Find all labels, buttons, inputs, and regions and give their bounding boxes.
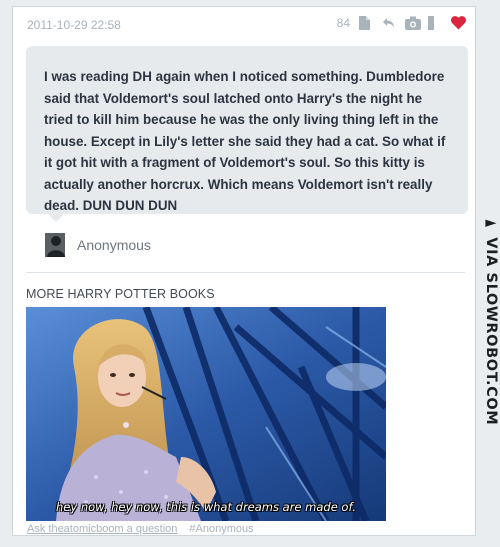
post-actions: 84 (337, 16, 466, 30)
bubble-tail (47, 213, 65, 222)
asker-name[interactable]: Anonymous (77, 237, 151, 253)
anonymous-avatar-icon (45, 233, 65, 257)
gif-caption: hey now, hey now, this is what dreams ar… (56, 500, 356, 514)
ask-link[interactable]: Ask theatomicboom a question (27, 523, 177, 535)
reblog-icon[interactable] (428, 16, 442, 30)
notes-icon[interactable] (359, 16, 373, 30)
post-footer: Ask theatomicboom a question #Anonymous (27, 523, 254, 535)
post-timestamp[interactable]: 2011-10-29 22:58 (27, 18, 121, 32)
question-bubble: I was reading DH again when I noticed so… (26, 46, 468, 214)
reply-icon[interactable] (382, 16, 396, 30)
question-text: I was reading DH again when I noticed so… (44, 69, 446, 213)
slowrobot-watermark: ► VIA SLOWROBOT.COM (483, 215, 499, 426)
answer-gif: hey now, hey now, this is what dreams ar… (26, 307, 386, 521)
concert-scene (26, 307, 386, 521)
note-count[interactable]: 84 (337, 16, 350, 30)
post-header: 2011-10-29 22:58 84 (27, 16, 466, 36)
heart-icon[interactable] (451, 16, 466, 30)
post-card: 2011-10-29 22:58 84 I was reading DH aga… (12, 6, 476, 536)
camera-icon[interactable] (405, 16, 421, 30)
answer-title: MORE HARRY POTTER BOOKS (26, 287, 215, 301)
divider (26, 272, 465, 273)
tag-anonymous[interactable]: #Anonymous (189, 523, 253, 535)
asker: Anonymous (45, 233, 151, 257)
